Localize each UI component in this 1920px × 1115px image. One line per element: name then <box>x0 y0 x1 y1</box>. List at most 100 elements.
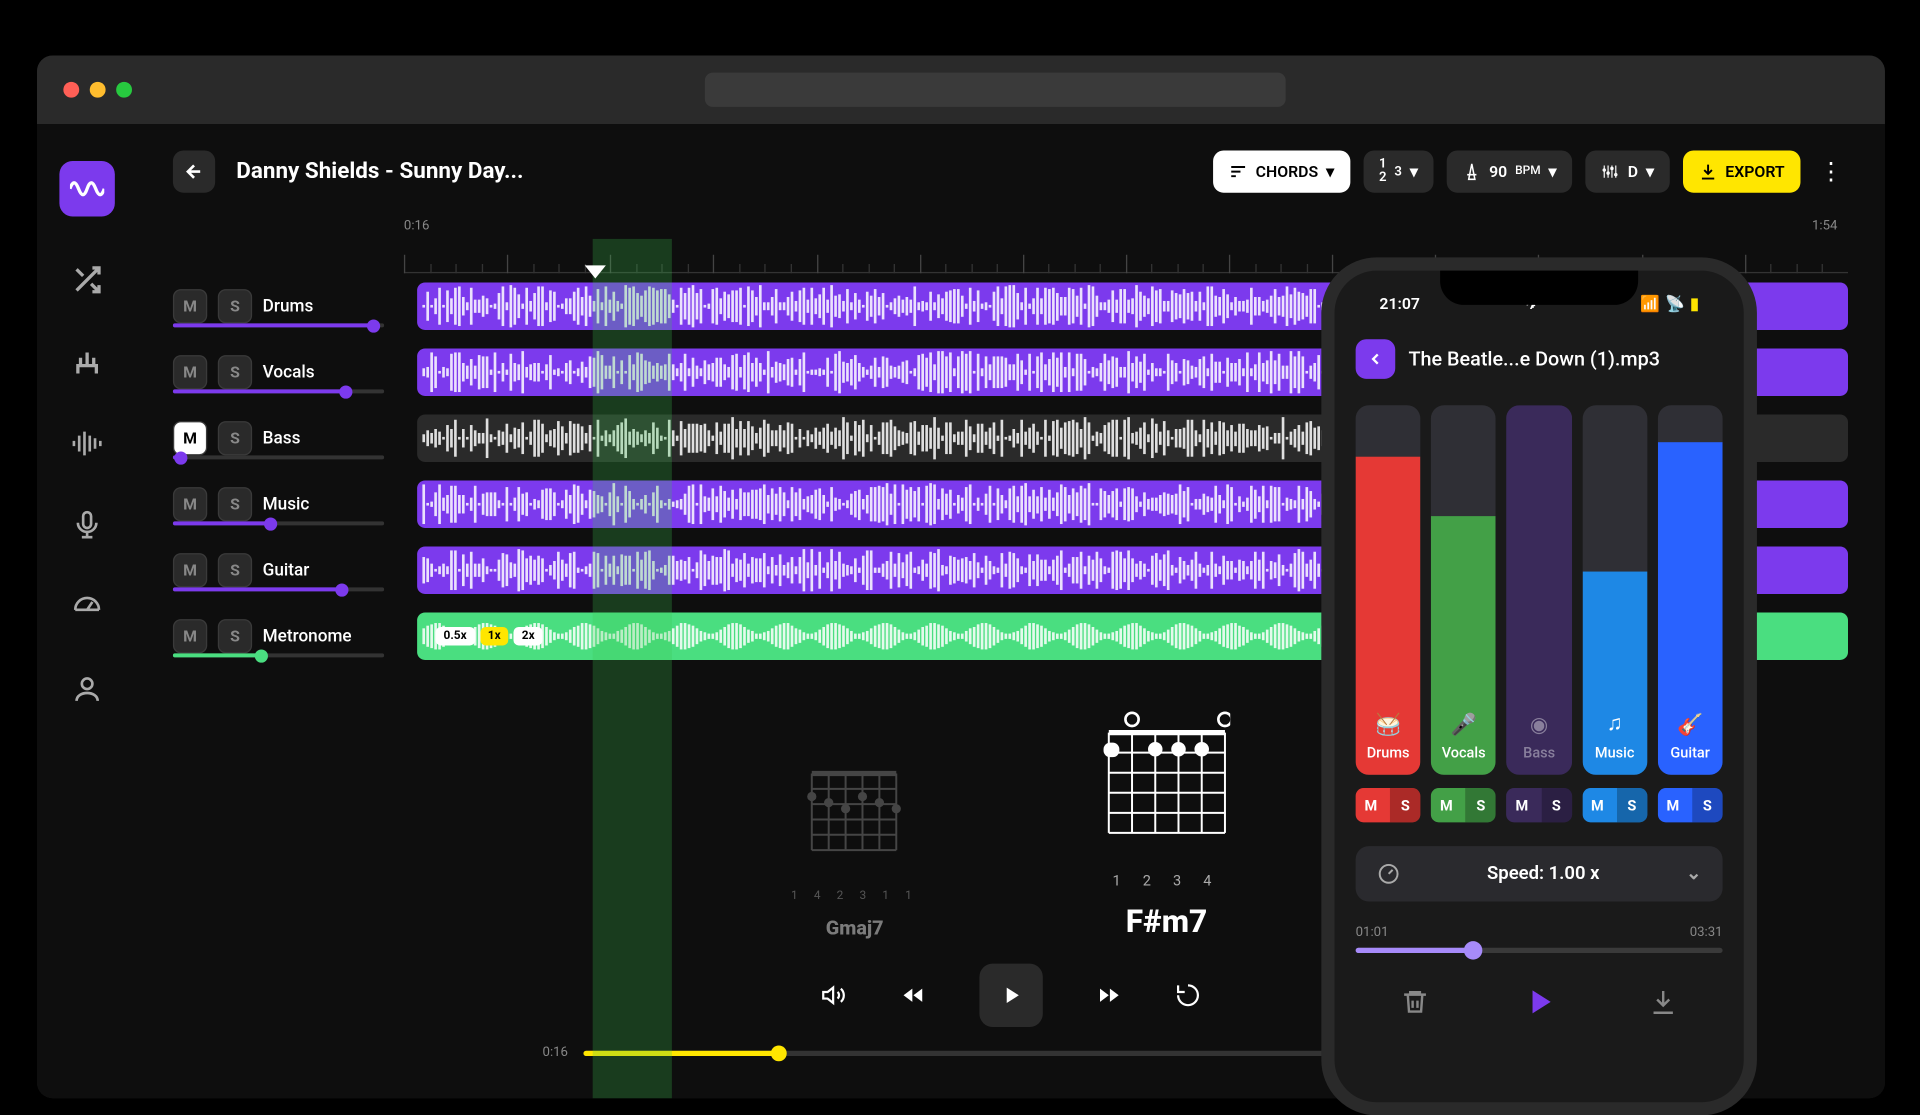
volume-button[interactable] <box>820 982 846 1008</box>
gauge-icon[interactable] <box>68 589 105 626</box>
volume-slider[interactable] <box>173 587 384 591</box>
bpm-dropdown[interactable]: 90 BPM ▾ <box>1447 150 1572 192</box>
stem-label: Bass <box>1523 744 1555 761</box>
speed-chip[interactable]: 1x <box>480 627 509 645</box>
phone-speed-label: Speed: 1.00 x <box>1487 863 1599 884</box>
window-close-button[interactable] <box>63 82 79 98</box>
more-menu[interactable]: ⋮ <box>1814 158 1848 186</box>
volume-slider[interactable] <box>173 389 384 393</box>
chord-fingers: 1 2 3 4 <box>1112 873 1220 890</box>
progress-current-time: 0:16 <box>543 1045 568 1060</box>
user-icon[interactable] <box>68 671 105 708</box>
playhead[interactable] <box>585 265 606 278</box>
back-button[interactable] <box>173 150 215 192</box>
stem-icon: 🥁 <box>1375 711 1401 736</box>
key-value: D <box>1628 162 1638 180</box>
solo-button[interactable]: S <box>218 619 252 653</box>
chords-dropdown[interactable]: CHORDS ▾ <box>1213 150 1350 192</box>
volume-slider[interactable] <box>173 521 384 525</box>
stem-mute-button[interactable]: M <box>1431 788 1462 822</box>
key-dropdown[interactable]: D ▾ <box>1586 150 1670 192</box>
window-titlebar <box>37 55 1885 124</box>
phone-progress-start: 01:01 <box>1356 925 1389 940</box>
forward-button[interactable] <box>1095 982 1121 1008</box>
speed-chip[interactable]: 0.5x <box>436 627 475 645</box>
phone-speed-selector[interactable]: Speed: 1.00 x ⌄ <box>1356 846 1723 901</box>
track-name: Vocals <box>263 362 315 382</box>
timeline-start: 0:16 <box>404 219 429 234</box>
brush-icon[interactable] <box>68 343 105 380</box>
play-button[interactable] <box>979 964 1042 1027</box>
stem-mute-button[interactable]: M <box>1507 788 1538 822</box>
window-minimize-button[interactable] <box>90 82 106 98</box>
stem-mute-button[interactable]: M <box>1356 788 1387 822</box>
stem-guitar[interactable]: 🎸Guitar <box>1658 405 1723 775</box>
sidebar <box>37 124 136 1098</box>
loop-button[interactable] <box>1174 982 1200 1008</box>
window-maximize-button[interactable] <box>116 82 132 98</box>
measure-dropdown[interactable]: 12 3 ▾ <box>1363 150 1434 192</box>
speed-chip[interactable]: 2x <box>514 627 543 645</box>
bpm-value: 90 <box>1489 162 1507 180</box>
volume-slider[interactable] <box>173 653 384 657</box>
solo-button[interactable]: S <box>218 421 252 455</box>
solo-button[interactable]: S <box>218 487 252 521</box>
stem-mute-button[interactable]: M <box>1582 788 1613 822</box>
rewind-button[interactable] <box>900 982 926 1008</box>
waveform-icon[interactable] <box>68 425 105 462</box>
bpm-unit: BPM <box>1515 165 1540 178</box>
mute-button[interactable]: M <box>173 421 207 455</box>
measure-value: 12 <box>1379 158 1387 184</box>
track-name: Guitar <box>263 560 310 580</box>
solo-button[interactable]: S <box>218 289 252 323</box>
stem-solo-button[interactable]: S <box>1692 788 1722 822</box>
phone-file-title: The Beatle...e Down (1).mp3 <box>1408 347 1660 371</box>
stem-music[interactable]: ♫Music <box>1582 405 1647 775</box>
stem-solo-button[interactable]: S <box>1390 788 1420 822</box>
chevron-down-icon: ▾ <box>1549 162 1557 180</box>
stem-bass[interactable]: ◉ Bass <box>1507 405 1572 775</box>
volume-slider[interactable] <box>173 323 384 327</box>
stem-icon: ♫ <box>1607 710 1623 736</box>
stem-solo-button[interactable]: S <box>1466 788 1496 822</box>
app-logo[interactable] <box>59 161 114 216</box>
solo-button[interactable]: S <box>218 553 252 587</box>
stem-mute-button[interactable]: M <box>1658 788 1689 822</box>
phone-download-button[interactable] <box>1649 987 1678 1021</box>
song-title: Danny Shields - Sunny Day... <box>236 158 523 184</box>
phone-preview: 21:07 ✈ 📶 📡 ▮ The Beatle...e Down (1).mp… <box>1321 257 1757 1115</box>
track-name: Metronome <box>263 626 352 646</box>
stem-icon: 🎤 <box>1450 711 1476 736</box>
microphone-icon[interactable] <box>68 507 105 544</box>
mute-button[interactable]: M <box>173 289 207 323</box>
export-button[interactable]: EXPORT <box>1683 150 1800 192</box>
stem-solo-button[interactable]: S <box>1617 788 1647 822</box>
phone-progress-end: 03:31 <box>1690 925 1723 940</box>
stem-icon: ◉ <box>1530 711 1548 736</box>
mute-button[interactable]: M <box>173 355 207 389</box>
phone-status-time: 21:07 <box>1379 294 1420 312</box>
phone-notch <box>1440 271 1638 305</box>
stem-solo-button[interactable]: S <box>1541 788 1571 822</box>
shuffle-icon[interactable] <box>68 261 105 298</box>
stem-drums[interactable]: 🥁 Drums <box>1356 405 1421 775</box>
signal-icon: 📶 <box>1640 294 1660 312</box>
chord-diagram: 1 2 3 4 F#m7 <box>1103 709 1230 940</box>
chords-label: CHORDS <box>1256 162 1319 180</box>
chevron-down-icon: ⌄ <box>1686 863 1701 884</box>
chord-name: F#m7 <box>1126 903 1208 940</box>
stem-vocals[interactable]: 🎤Vocals <box>1431 405 1496 775</box>
mute-button[interactable]: M <box>173 619 207 653</box>
volume-slider[interactable] <box>173 455 384 459</box>
phone-delete-button[interactable] <box>1401 987 1430 1021</box>
phone-play-button[interactable] <box>1519 982 1559 1027</box>
chord-fingers: 1 4 2 3 1 1 <box>791 890 918 903</box>
solo-button[interactable]: S <box>218 355 252 389</box>
mute-button[interactable]: M <box>173 487 207 521</box>
chord-name: Gmaj7 <box>826 916 884 940</box>
stem-label: Drums <box>1367 744 1410 761</box>
mute-button[interactable]: M <box>173 553 207 587</box>
phone-progress-bar[interactable] <box>1356 948 1723 953</box>
titlebar-address-field[interactable] <box>705 73 1286 107</box>
phone-back-button[interactable] <box>1356 339 1396 379</box>
